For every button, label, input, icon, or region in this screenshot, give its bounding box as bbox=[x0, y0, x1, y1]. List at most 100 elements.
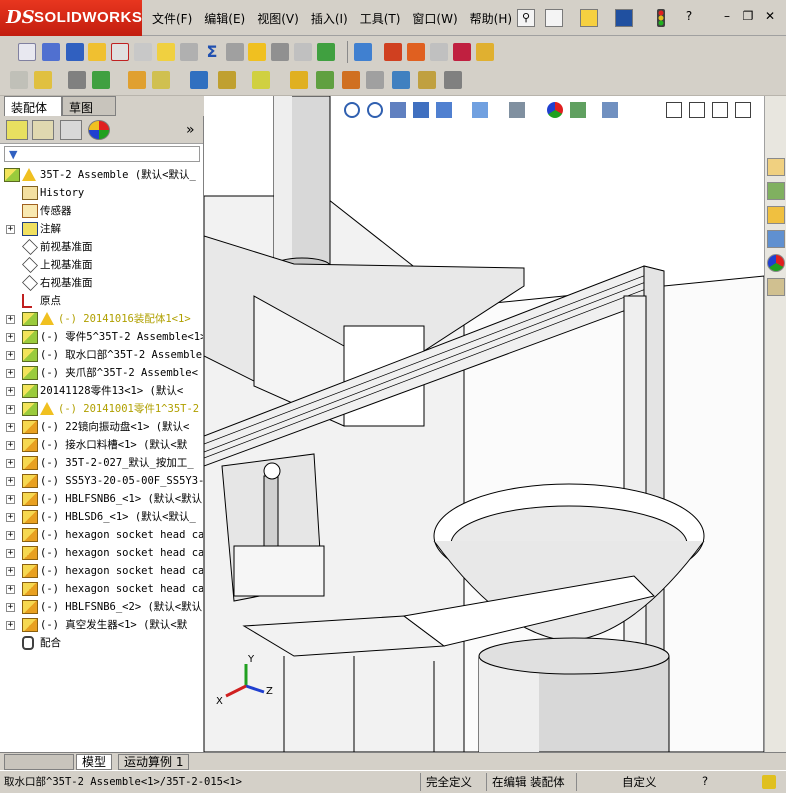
tree-node[interactable]: + (-) HBLFSNB6_<1> (默认<默认 bbox=[0, 490, 203, 508]
tree-node[interactable]: + (-) hexagon socket head cap bbox=[0, 580, 203, 598]
expand-toggle[interactable]: + bbox=[6, 387, 15, 396]
close-button[interactable]: ✕ bbox=[761, 9, 779, 26]
menu-edit[interactable]: 编辑(E) bbox=[198, 10, 251, 27]
tree-node[interactable]: + (-) 20141016装配体1<1> bbox=[0, 310, 203, 328]
rebuild-icon[interactable] bbox=[762, 775, 776, 789]
show-hidden-icon[interactable] bbox=[190, 71, 208, 89]
view-orientation-icon[interactable] bbox=[436, 102, 452, 118]
expand-toggle[interactable]: + bbox=[6, 477, 15, 486]
tree-node[interactable]: + (-) 零件5^35T-2 Assemble<1> bbox=[0, 328, 203, 346]
menu-tools[interactable]: 工具(T) bbox=[354, 10, 407, 27]
snapshot-icon[interactable] bbox=[444, 71, 462, 89]
new-part-icon[interactable] bbox=[34, 71, 52, 89]
tree-node[interactable]: 原点 bbox=[0, 292, 203, 310]
expand-toggle[interactable]: + bbox=[6, 585, 15, 594]
view-palette-icon[interactable] bbox=[767, 230, 785, 248]
edit-appearance-icon[interactable] bbox=[547, 102, 563, 118]
restore-button[interactable]: ❐ bbox=[739, 9, 757, 26]
tab-model[interactable]: 模型 bbox=[76, 754, 113, 770]
symmetry-icon[interactable] bbox=[271, 43, 289, 61]
tree-node[interactable]: + (-) hexagon socket head cap bbox=[0, 544, 203, 562]
display-style-icon[interactable] bbox=[472, 102, 488, 118]
new-motion-study-icon[interactable] bbox=[290, 71, 308, 89]
tree-node[interactable]: + (-) 22镜向振动盘<1> (默认< bbox=[0, 418, 203, 436]
expand-toggle[interactable]: + bbox=[6, 225, 15, 234]
tile-vertical-icon[interactable] bbox=[689, 102, 705, 118]
tree-node[interactable]: + (-) 夹爪部^35T-2 Assemble< bbox=[0, 364, 203, 382]
expand-toggle[interactable]: + bbox=[6, 459, 15, 468]
check-icon[interactable] bbox=[111, 43, 129, 61]
new-document-icon[interactable] bbox=[545, 9, 563, 27]
insert-component-icon[interactable] bbox=[10, 71, 28, 89]
color-icon[interactable] bbox=[453, 43, 471, 61]
tree-filter[interactable]: ▼ bbox=[4, 146, 200, 162]
viewport-restore-icon[interactable] bbox=[712, 102, 728, 118]
custom-properties-icon[interactable] bbox=[767, 278, 785, 296]
previous-view-icon[interactable] bbox=[390, 102, 406, 118]
expand-toggle[interactable]: + bbox=[6, 621, 15, 630]
expand-panel-button[interactable]: » bbox=[186, 122, 195, 138]
menu-file[interactable]: 文件(F) bbox=[146, 10, 198, 27]
tile-horizontal-icon[interactable] bbox=[666, 102, 682, 118]
menu-insert[interactable]: 插入(I) bbox=[305, 10, 354, 27]
status-help[interactable]: ? bbox=[702, 774, 708, 788]
expand-toggle[interactable]: + bbox=[6, 351, 15, 360]
tree-node[interactable]: +20141128零件13<1> (默认< bbox=[0, 382, 203, 400]
design-library-icon[interactable] bbox=[767, 182, 785, 200]
tree-node[interactable]: + (-) 接水口料槽<1> (默认<默 bbox=[0, 436, 203, 454]
spellcheck-icon[interactable] bbox=[18, 43, 36, 61]
bill-of-materials-icon[interactable] bbox=[316, 71, 334, 89]
property-manager-icon[interactable] bbox=[32, 120, 54, 140]
expand-toggle[interactable]: + bbox=[6, 495, 15, 504]
expand-toggle[interactable]: + bbox=[6, 549, 15, 558]
explode-icon[interactable] bbox=[384, 43, 402, 61]
save-icon[interactable] bbox=[615, 9, 633, 27]
measure-icon[interactable] bbox=[42, 43, 60, 61]
solidworks-logo[interactable]: DS SOLIDWORKS bbox=[0, 0, 142, 36]
tree-node[interactable]: + (-) 真空发生器<1> (默认<默 bbox=[0, 616, 203, 634]
mass-properties-icon[interactable] bbox=[66, 43, 84, 61]
display-manager-icon[interactable] bbox=[88, 120, 110, 140]
explode-line-icon[interactable] bbox=[366, 71, 384, 89]
checkbox-icon[interactable] bbox=[157, 43, 175, 61]
expand-toggle[interactable]: + bbox=[6, 441, 15, 450]
expand-toggle[interactable]: + bbox=[6, 531, 15, 540]
zoom-to-fit-icon[interactable] bbox=[344, 102, 360, 118]
hide-show-items-icon[interactable] bbox=[509, 102, 525, 118]
viewport-close-icon[interactable] bbox=[735, 102, 751, 118]
menu-help[interactable]: 帮助(H) bbox=[464, 10, 518, 27]
tree-node[interactable]: 35T-2 Assemble (默认<默认_ bbox=[0, 166, 203, 184]
feature-works-icon[interactable] bbox=[317, 43, 335, 61]
tree-node[interactable]: 前视基准面 bbox=[0, 238, 203, 256]
tree-node[interactable]: 传感器 bbox=[0, 202, 203, 220]
exploded-view-icon[interactable] bbox=[342, 71, 360, 89]
resources-home-icon[interactable] bbox=[767, 158, 785, 176]
macro-icon[interactable] bbox=[354, 43, 372, 61]
tab-sketch[interactable]: 草图 bbox=[62, 96, 116, 116]
menu-window[interactable]: 窗口(W) bbox=[406, 10, 463, 27]
component-icon[interactable] bbox=[407, 43, 425, 61]
tree-node[interactable]: 上视基准面 bbox=[0, 256, 203, 274]
apply-scene-icon[interactable] bbox=[570, 102, 586, 118]
tree-node[interactable]: + (-) 20141001零件1^35T-2 bbox=[0, 400, 203, 418]
interference-icon[interactable] bbox=[134, 43, 152, 61]
expand-toggle[interactable]: + bbox=[6, 423, 15, 432]
curvature-icon[interactable] bbox=[226, 43, 244, 61]
interference-detection-icon[interactable] bbox=[392, 71, 410, 89]
section-view-icon[interactable] bbox=[413, 102, 429, 118]
assembly-features-icon[interactable] bbox=[218, 71, 236, 89]
tree-node[interactable]: + (-) HBLSD6_<1> (默认<默认_ bbox=[0, 508, 203, 526]
warning-tool-icon[interactable] bbox=[248, 43, 266, 61]
help-button[interactable]: ? bbox=[680, 9, 698, 26]
appearances-icon[interactable] bbox=[767, 254, 785, 272]
sigma-icon[interactable]: Σ bbox=[203, 43, 221, 61]
tree-node[interactable]: + (-) 取水口部^35T-2 Assemble bbox=[0, 346, 203, 364]
zoom-area-icon[interactable] bbox=[367, 102, 383, 118]
expand-toggle[interactable]: + bbox=[6, 369, 15, 378]
graphics-area[interactable]: Y Z X bbox=[204, 96, 764, 752]
expand-toggle[interactable]: + bbox=[6, 405, 15, 414]
expand-toggle[interactable]: + bbox=[6, 513, 15, 522]
expand-toggle[interactable]: + bbox=[6, 567, 15, 576]
reference-geometry-icon[interactable] bbox=[252, 71, 270, 89]
tree-node[interactable]: History bbox=[0, 184, 203, 202]
